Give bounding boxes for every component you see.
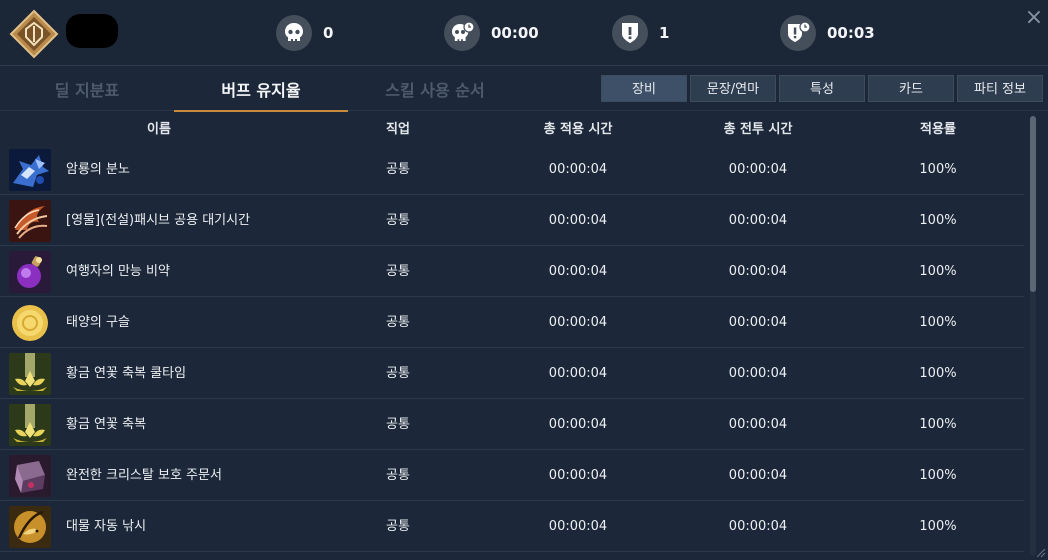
table-row[interactable]: 태양의 구슬 공통 00:00:04 00:00:04 100% <box>0 297 1024 348</box>
buff-job: 공통 <box>386 519 410 534</box>
buff-rate: 100% <box>919 417 957 432</box>
skull-clock-icon <box>444 15 480 51</box>
dragon-rage-icon <box>9 149 51 191</box>
buff-combat-time: 00:00:04 <box>728 366 788 381</box>
subtab-stats[interactable]: 특성 <box>779 75 865 102</box>
table-row[interactable]: 여행자의 만능 비약 공통 00:00:04 00:00:04 100% <box>0 246 1024 297</box>
buff-job: 공통 <box>386 468 410 483</box>
buff-name: 황금 연꽃 축복 <box>66 417 147 432</box>
buff-apply-time: 00:00:04 <box>548 417 608 432</box>
table-row[interactable]: 암룡의 분노 공통 00:00:04 00:00:04 100% <box>0 144 1024 195</box>
buff-apply-time: 00:00:04 <box>548 468 608 483</box>
table-row[interactable]: 대물 자동 낚시 공통 00:00:04 00:00:04 100% <box>0 501 1024 552</box>
buff-job: 공통 <box>386 213 410 228</box>
buff-rate: 100% <box>919 264 957 279</box>
tab-buff-uptime[interactable]: 버프 유지율 <box>174 67 348 112</box>
shield-exclamation-icon <box>612 15 648 51</box>
resize-grip-icon[interactable] <box>1034 546 1046 558</box>
buff-apply-time: 00:00:04 <box>548 213 608 228</box>
table-row[interactable]: 황금 연꽃 축복 공통 00:00:04 00:00:04 100% <box>0 399 1024 450</box>
column-name[interactable]: 이름 <box>100 112 218 146</box>
buff-rate: 100% <box>919 213 957 228</box>
close-button[interactable]: × <box>1024 7 1044 29</box>
subtab-equipment[interactable]: 장비 <box>601 75 687 102</box>
buff-rate: 100% <box>919 315 957 330</box>
sun-orb-icon <box>9 302 51 344</box>
buff-name: 태양의 구슬 <box>66 315 130 330</box>
crystal-scroll-icon <box>9 455 51 497</box>
column-rate[interactable]: 적용률 <box>888 112 988 146</box>
buff-rate: 100% <box>919 162 957 177</box>
column-apply-time[interactable]: 총 적용 시간 <box>508 112 648 146</box>
header-bar: 0 00:00 1 00:03 × <box>0 0 1048 66</box>
death-count-stat: 0 <box>276 15 333 51</box>
buff-name: 암룡의 분노 <box>66 162 130 177</box>
buff-combat-time: 00:00:04 <box>728 468 788 483</box>
buff-name: 황금 연꽃 축복 쿨타임 <box>66 366 187 381</box>
table-header: 이름 직업 총 적용 시간 총 전투 시간 적용률 <box>0 112 1030 146</box>
potion-icon <box>9 251 51 293</box>
buff-name: 완전한 크리스탈 보호 주문서 <box>66 468 222 483</box>
skull-icon <box>276 15 312 51</box>
buff-job: 공통 <box>386 315 410 330</box>
tab-damage-share[interactable]: 딜 지분표 <box>0 67 174 111</box>
fishing-icon <box>9 506 51 548</box>
buff-apply-time: 00:00:04 <box>548 264 608 279</box>
buff-rate: 100% <box>919 366 957 381</box>
buff-rate: 100% <box>919 468 957 483</box>
buff-name: 대물 자동 낚시 <box>66 519 147 534</box>
column-combat-time[interactable]: 총 전투 시간 <box>688 112 828 146</box>
buff-combat-time: 00:00:04 <box>728 162 788 177</box>
buff-job: 공통 <box>386 417 410 432</box>
buff-apply-time: 00:00:04 <box>548 162 608 177</box>
table-scrollbar[interactable] <box>1030 116 1036 556</box>
buff-combat-time: 00:00:04 <box>728 417 788 432</box>
column-job[interactable]: 직업 <box>358 112 438 146</box>
buff-rate: 100% <box>919 519 957 534</box>
death-time-value: 00:00 <box>491 24 539 42</box>
buff-job: 공통 <box>386 366 410 381</box>
golden-lotus-icon <box>9 353 51 395</box>
subtab-engraving[interactable]: 문장/연마 <box>690 75 776 102</box>
buff-combat-time: 00:00:04 <box>728 213 788 228</box>
legendary-passive-icon <box>9 200 51 242</box>
shield-clock-icon <box>780 15 816 51</box>
subtab-cards[interactable]: 카드 <box>868 75 954 102</box>
buff-name: [영물](전설)패시브 공용 대기시간 <box>66 213 251 228</box>
buff-combat-time: 00:00:04 <box>728 519 788 534</box>
incapacitated-count-value: 1 <box>659 24 670 42</box>
buff-name: 여행자의 만능 비약 <box>66 264 170 279</box>
table-row[interactable]: 황금 연꽃 축복 쿨타임 공통 00:00:04 00:00:04 100% <box>0 348 1024 399</box>
table-row[interactable]: 완전한 크리스탈 보호 주문서 공통 00:00:04 00:00:04 100… <box>0 450 1024 501</box>
buff-job: 공통 <box>386 162 410 177</box>
buff-combat-time: 00:00:04 <box>728 315 788 330</box>
player-name-redacted <box>66 14 118 48</box>
buff-combat-time: 00:00:04 <box>728 264 788 279</box>
tab-skill-order[interactable]: 스킬 사용 순서 <box>348 67 522 111</box>
golden-lotus-icon <box>9 404 51 446</box>
scrollbar-thumb[interactable] <box>1030 116 1036 292</box>
class-emblem-icon <box>9 9 59 59</box>
incapacitated-count-stat: 1 <box>612 15 669 51</box>
buff-job: 공통 <box>386 264 410 279</box>
buff-apply-time: 00:00:04 <box>548 366 608 381</box>
incapacitated-time-value: 00:03 <box>827 24 875 42</box>
buff-apply-time: 00:00:04 <box>548 315 608 330</box>
death-time-stat: 00:00 <box>444 15 539 51</box>
incapacitated-time-stat: 00:03 <box>780 15 875 51</box>
buff-apply-time: 00:00:04 <box>548 519 608 534</box>
subtab-party-info[interactable]: 파티 정보 <box>957 75 1043 102</box>
table-row[interactable]: [영물](전설)패시브 공용 대기시간 공통 00:00:04 00:00:04… <box>0 195 1024 246</box>
death-count-value: 0 <box>323 24 334 42</box>
